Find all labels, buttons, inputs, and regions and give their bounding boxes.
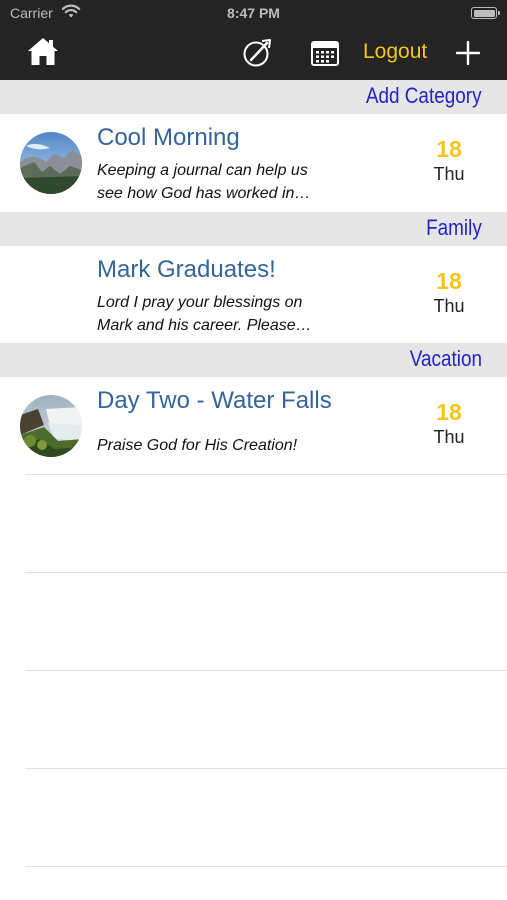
navigation-bar: Carrier 8:47 PM Logout <box>0 0 507 80</box>
entry-preview: Lord I pray your blessings on Mark and h… <box>97 294 312 334</box>
section-header-vacation[interactable]: Vacation <box>0 343 507 377</box>
entry-weekday: Thu <box>433 296 465 316</box>
status-bar: Carrier 8:47 PM <box>0 0 507 28</box>
status-time: 8:47 PM <box>227 5 280 21</box>
battery-icon <box>471 7 500 19</box>
add-entry-icon[interactable] <box>456 41 480 65</box>
entry-thumbnail <box>20 132 82 194</box>
row-separator <box>25 768 507 769</box>
entry-thumbnail <box>20 395 82 457</box>
waterfall-image <box>20 395 82 457</box>
entry-preview: Keeping a journal can help us see how Go… <box>97 162 311 202</box>
section-header-family[interactable]: Family <box>0 212 507 246</box>
entry-title: Mark Graduates! <box>97 256 276 283</box>
journal-entry-row[interactable]: Day Two - Water Falls Praise God for His… <box>0 377 507 475</box>
entry-day: 18 <box>436 268 462 294</box>
section-label: Family <box>426 215 482 240</box>
section-label: Vacation <box>409 346 482 371</box>
row-separator <box>25 572 507 573</box>
entry-title: Day Two - Water Falls <box>97 387 332 414</box>
row-separator <box>25 670 507 671</box>
calendar-icon[interactable] <box>311 40 339 66</box>
entry-title: Cool Morning <box>97 124 240 151</box>
entry-day: 18 <box>436 136 462 162</box>
compass-icon[interactable] <box>242 38 272 68</box>
row-separator <box>25 866 507 867</box>
journal-entry-row[interactable]: Mark Graduates! Lord I pray your blessin… <box>0 246 507 344</box>
entry-weekday: Thu <box>433 164 465 184</box>
row-separator <box>25 474 507 475</box>
journal-entry-row[interactable]: Cool Morning Keeping a journal can help … <box>0 114 507 212</box>
entry-preview: Praise God for His Creation! <box>97 437 298 454</box>
add-category-button[interactable]: Add Category <box>366 83 482 109</box>
entry-weekday: Thu <box>433 427 465 447</box>
mountain-valley-image <box>20 132 82 194</box>
logout-button[interactable]: Logout <box>363 40 427 64</box>
section-header-add-category[interactable]: Add Category <box>0 80 507 114</box>
home-icon[interactable] <box>26 36 60 66</box>
entry-day: 18 <box>436 399 462 425</box>
